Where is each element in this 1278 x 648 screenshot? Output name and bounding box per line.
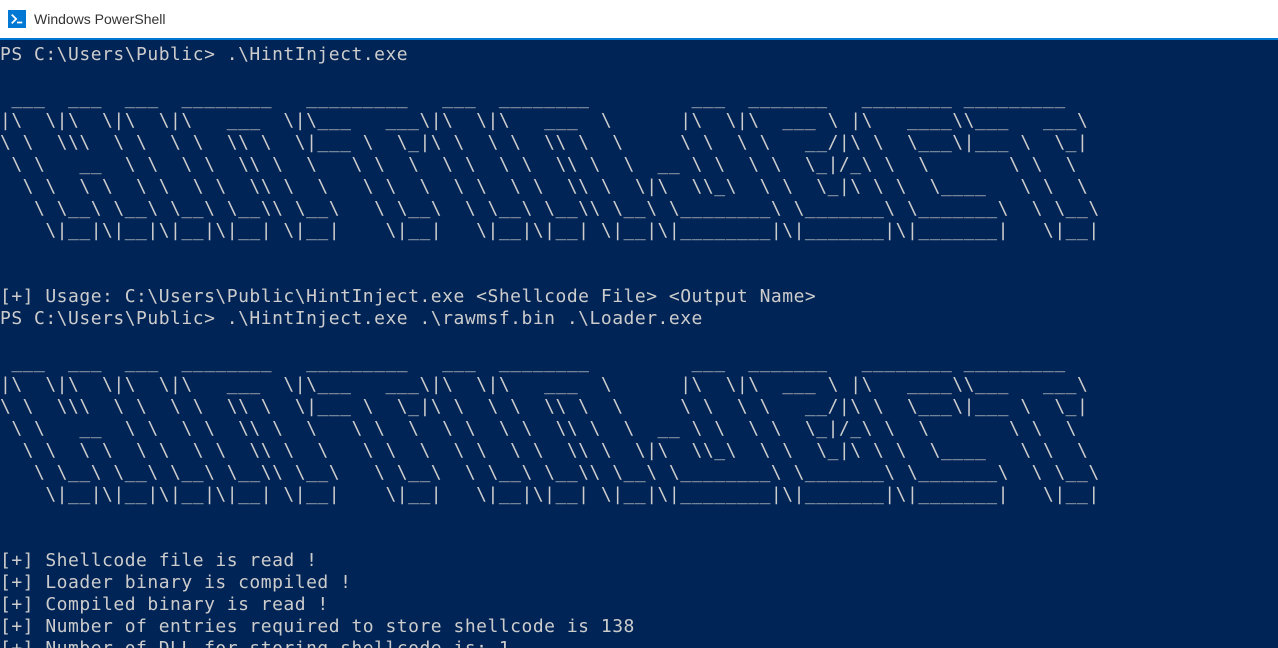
window-titlebar[interactable]: Windows PowerShell xyxy=(0,0,1278,40)
prompt-line-1: PS C:\Users\Public> .\HintInject.exe xyxy=(0,44,408,65)
status-line-2: [+] Loader binary is compiled ! xyxy=(0,572,351,593)
status-line-4: [+] Number of entries required to store … xyxy=(0,616,635,637)
window-title: Windows PowerShell xyxy=(34,11,166,27)
ascii-banner-2: ___ ___ ___ ________ _________ ___ _____… xyxy=(0,352,1100,505)
status-line-5: [+] Number of DLL for storing shellcode … xyxy=(0,638,510,648)
usage-line: [+] Usage: C:\Users\Public\HintInject.ex… xyxy=(0,286,816,307)
status-line-1: [+] Shellcode file is read ! xyxy=(0,550,317,571)
powershell-icon xyxy=(8,10,26,28)
prompt-line-2: PS C:\Users\Public> .\HintInject.exe .\r… xyxy=(0,308,703,329)
status-line-3: [+] Compiled binary is read ! xyxy=(0,594,329,615)
ascii-banner-1: ___ ___ ___ ________ _________ ___ _____… xyxy=(0,88,1100,241)
terminal-output[interactable]: PS C:\Users\Public> .\HintInject.exe ___… xyxy=(0,40,1278,648)
